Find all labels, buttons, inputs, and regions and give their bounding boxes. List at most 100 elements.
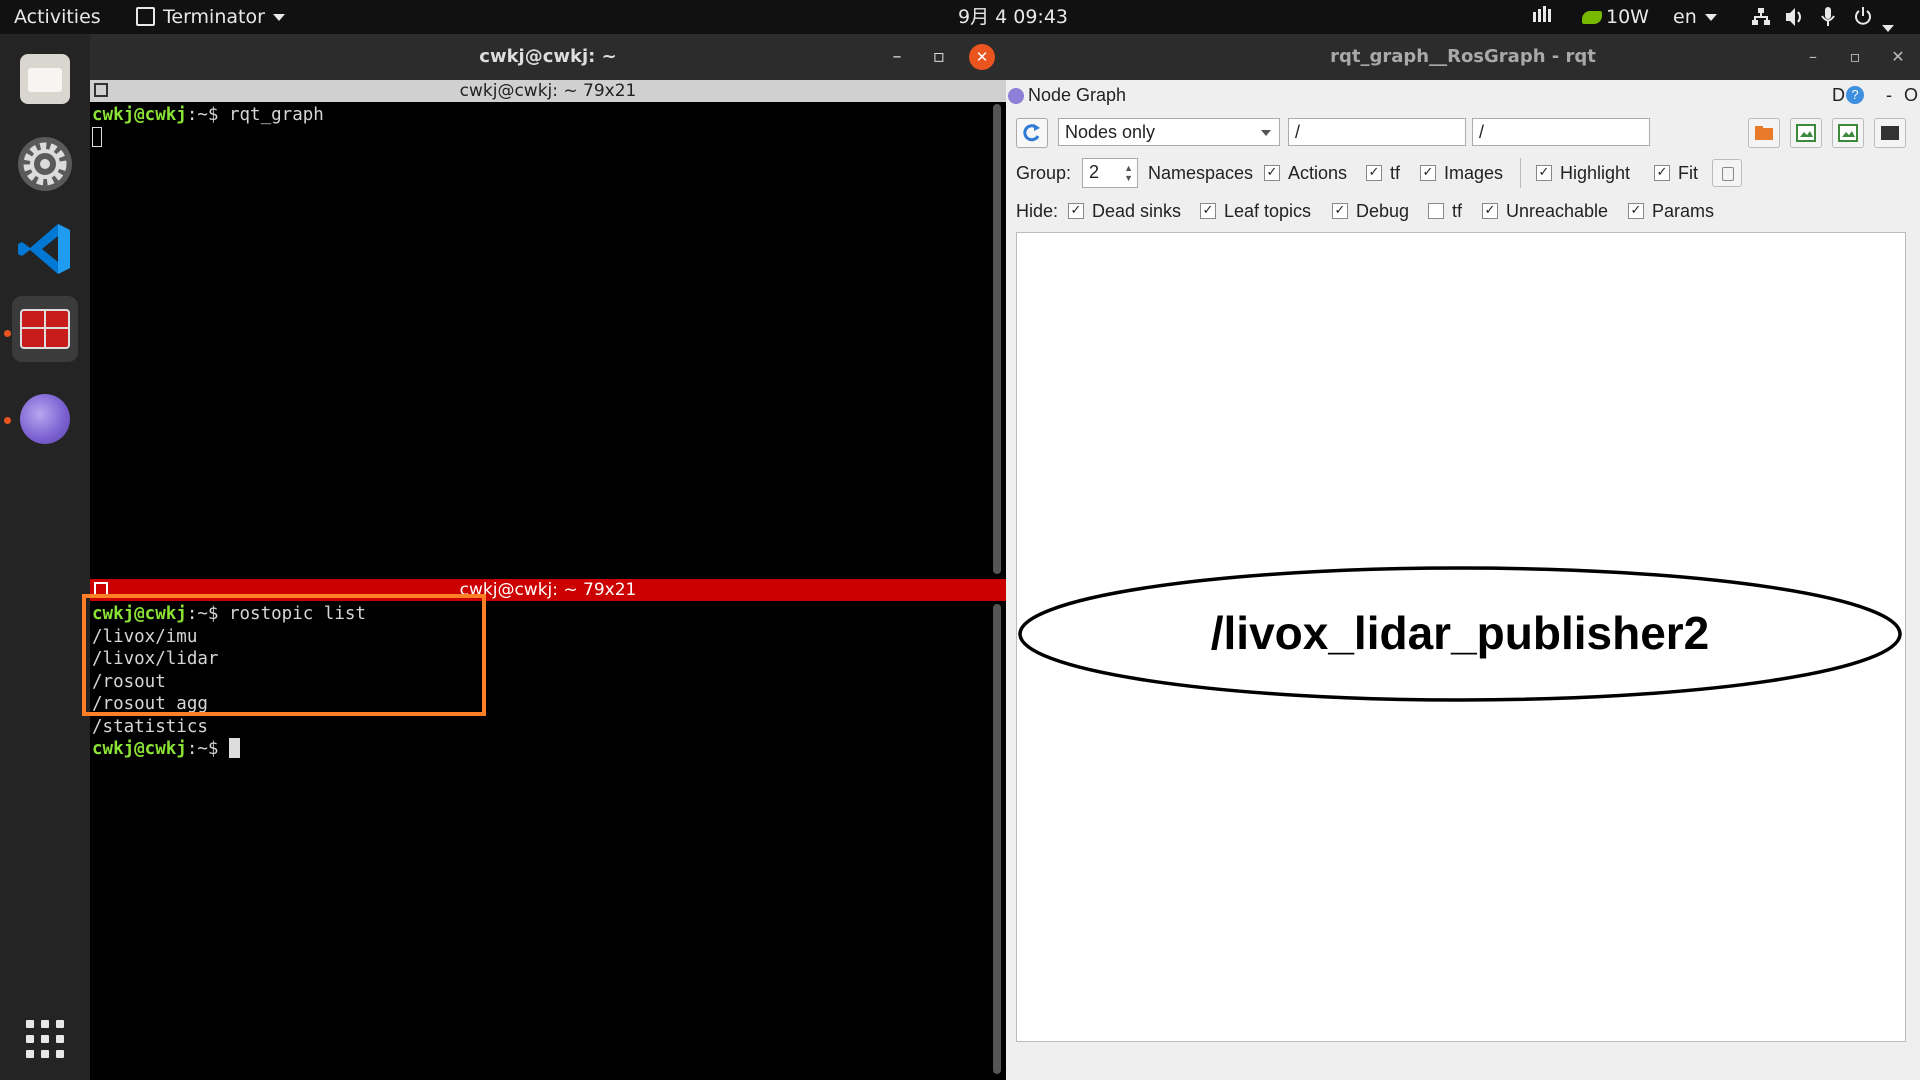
terminal-cursor (228, 738, 240, 758)
option-namespaces-label: Namespaces (1148, 163, 1254, 183)
nvidia-icon (1582, 11, 1602, 24)
graph-node-label: /livox_lidar_publisher2 (1211, 607, 1710, 659)
option-highlight-label: Highlight (1560, 163, 1631, 183)
rqt-window-title: rqt_graph__RosGraph - rqt (1330, 46, 1596, 67)
hide-unreachable-label: Unreachable (1506, 201, 1609, 221)
pane-top-content[interactable]: cwkj@cwkj:~$ rqt_graph (92, 104, 324, 149)
node-filter-input[interactable]: / (1288, 118, 1466, 146)
rqt-titlebar[interactable]: rqt_graph__RosGraph - rqt – ▫ ✕ (1006, 34, 1920, 80)
dock-vscode[interactable] (12, 216, 78, 282)
folder-open-icon (1755, 126, 1773, 140)
hide-tf-checkbox[interactable] (1428, 203, 1444, 219)
close-button[interactable]: ✕ (969, 44, 995, 70)
save-image-icon (1838, 124, 1858, 142)
dock-toggle-button[interactable]: D (1832, 85, 1845, 106)
language-indicator[interactable]: en (1673, 0, 1717, 34)
power-menu[interactable] (1852, 0, 1894, 34)
load-dot-button[interactable] (1748, 118, 1780, 148)
pane-top-titlebar[interactable]: cwkj@cwkj: ~ 79x21 (90, 80, 1006, 102)
activities-button[interactable]: Activities (14, 0, 101, 34)
screenshot-button[interactable] (1874, 118, 1906, 148)
dock (0, 34, 90, 1080)
spin-arrows-icon: ▲ ▼ (1124, 163, 1133, 183)
option-actions-label: Actions (1288, 163, 1348, 183)
save-svg-button[interactable] (1832, 118, 1864, 148)
terminator-window: cwkj@cwkj: ~ – ▫ ✕ cwkj@cwkj: ~ 79x21 cw… (82, 34, 1006, 1080)
running-indicator (4, 330, 11, 337)
orb-icon (20, 394, 70, 444)
pane-top-scrollbar[interactable] (993, 104, 1001, 574)
terminal-titlebar[interactable]: cwkj@cwkj: ~ – ▫ ✕ (90, 34, 1006, 80)
image-icon (1881, 126, 1899, 140)
option-actions-checkbox[interactable]: ✓ (1264, 165, 1280, 181)
hide-params-checkbox[interactable]: ✓ (1628, 203, 1644, 219)
gpu-status[interactable]: 10W (1582, 0, 1649, 34)
topic-filter-input[interactable]: / (1472, 118, 1650, 146)
save-image-icon (1796, 124, 1816, 142)
refresh-button[interactable] (1016, 118, 1048, 148)
clock[interactable]: 9月 4 09:43 (958, 0, 1068, 34)
running-indicator (4, 417, 11, 424)
grid-icon (26, 1020, 64, 1058)
terminator-icon (20, 309, 70, 349)
pane-top-title: cwkj@cwkj: ~ 79x21 (459, 81, 637, 101)
vscode-icon (18, 224, 70, 274)
toolbar-separator (1520, 158, 1521, 188)
maximize-button[interactable]: ▫ (1842, 44, 1868, 70)
maximize-button[interactable]: ▫ (926, 44, 952, 70)
output-line: /statistics (92, 716, 208, 737)
pane-bottom-scrollbar[interactable] (993, 604, 1001, 1074)
option-highlight-checkbox[interactable]: ✓ (1536, 165, 1552, 181)
fit-in-view-button[interactable] (1712, 159, 1742, 187)
prompt-user: cwkj@cwkj (92, 739, 187, 759)
hide-unreachable-checkbox[interactable]: ✓ (1482, 203, 1498, 219)
graph-svg: /livox_lidar_publisher2 (1018, 566, 1902, 702)
graph-canvas[interactable]: /livox_lidar_publisher2 (1016, 232, 1906, 1042)
hide-leaf-topics-checkbox[interactable]: ✓ (1200, 203, 1216, 219)
dock-files[interactable] (12, 46, 78, 112)
rqt-window: rqt_graph__RosGraph - rqt – ▫ ✕ Node Gra… (1006, 34, 1920, 1080)
show-apps-button[interactable] (24, 1018, 66, 1060)
dock-app-orb[interactable] (12, 386, 78, 452)
help-icon[interactable]: ? (1846, 86, 1864, 104)
hide-params-label: Params (1652, 201, 1715, 221)
option-fit-checkbox[interactable]: ✓ (1654, 165, 1670, 181)
group-spinbox[interactable]: 2 ▲ ▼ (1082, 158, 1138, 188)
terminal-small-icon (136, 7, 155, 26)
close-button[interactable]: ✕ (1885, 44, 1911, 70)
network-speed-icon[interactable] (1531, 0, 1553, 34)
minimize-plugin-button[interactable]: - (1886, 85, 1892, 106)
mode-select[interactable]: Nodes only (1058, 118, 1280, 146)
pane-grid-icon (94, 83, 108, 97)
app-menu[interactable]: Terminator (136, 0, 285, 34)
volume-icon[interactable] (1784, 0, 1806, 34)
fit-icon (1722, 167, 1734, 181)
hide-debug-checkbox[interactable]: ✓ (1332, 203, 1348, 219)
option-images-checkbox[interactable]: ✓ (1420, 165, 1436, 181)
minimize-button[interactable]: – (1800, 44, 1826, 70)
save-dot-button[interactable] (1790, 118, 1822, 148)
close-plugin-button[interactable]: O (1904, 85, 1918, 106)
prompt-user: cwkj@cwkj (92, 105, 187, 125)
network-icon[interactable] (1750, 0, 1772, 34)
dock-settings[interactable] (12, 131, 78, 197)
mode-select-value: Nodes only (1065, 122, 1156, 142)
prompt-suffix: :~$ (186, 105, 229, 125)
hide-label: Hide: (1016, 201, 1059, 221)
annotation-highlight-box (82, 594, 486, 716)
terminal-window-title: cwkj@cwkj: ~ (479, 46, 617, 67)
hide-tf-label: tf (1452, 201, 1463, 221)
terminal-cursor (92, 126, 102, 147)
top-bar: Activities Terminator 9月 4 09:43 10W en (0, 0, 1920, 34)
minimize-button[interactable]: – (884, 44, 910, 70)
hide-dead-sinks-checkbox[interactable]: ✓ (1068, 203, 1084, 219)
gpu-power-label: 10W (1606, 6, 1649, 28)
hide-dead-sinks-label: Dead sinks (1092, 201, 1182, 221)
option-fit-label: Fit (1678, 163, 1698, 183)
plugin-title: Node Graph (1028, 85, 1127, 105)
files-icon (20, 54, 70, 104)
dock-terminator[interactable] (12, 296, 78, 362)
option-tf-checkbox[interactable]: ✓ (1366, 165, 1382, 181)
microphone-icon[interactable] (1820, 0, 1836, 34)
chevron-down-icon (1261, 130, 1271, 136)
